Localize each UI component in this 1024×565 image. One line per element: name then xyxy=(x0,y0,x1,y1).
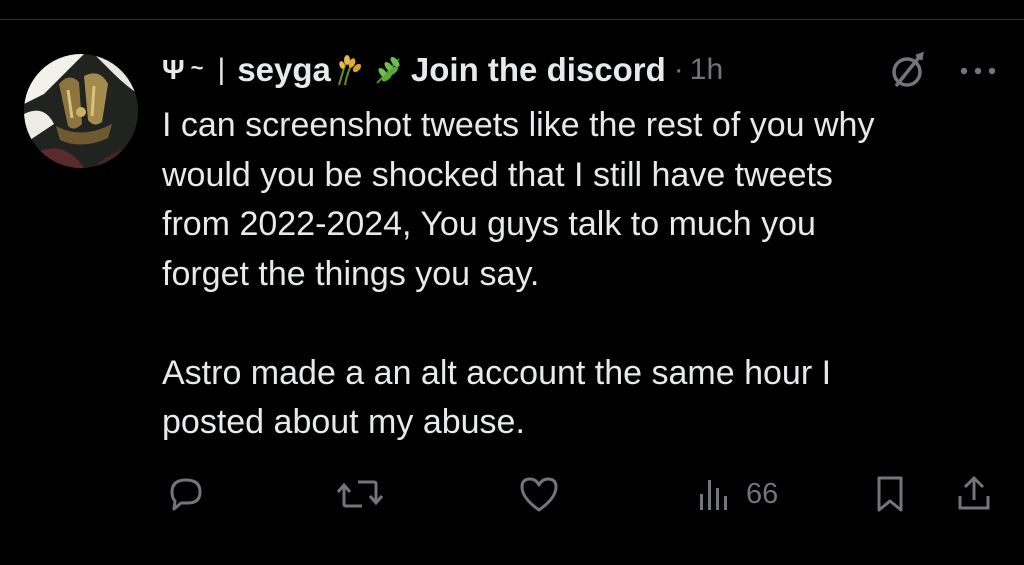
share-icon xyxy=(952,472,996,516)
post-actions: 66 xyxy=(0,466,1024,522)
rice-sheaf-icon xyxy=(331,53,365,87)
reply-button[interactable] xyxy=(164,466,208,522)
herb-icon xyxy=(371,53,405,87)
more-icon[interactable] xyxy=(956,56,1000,86)
grok-icon[interactable] xyxy=(886,50,928,92)
bookmark-button[interactable] xyxy=(870,466,910,522)
bio-text: Join the discord xyxy=(410,51,666,88)
share-button[interactable] xyxy=(952,466,996,522)
views-count: 66 xyxy=(746,477,779,510)
repost-icon xyxy=(334,472,386,516)
like-button[interactable] xyxy=(516,466,562,522)
repost-button[interactable] xyxy=(334,466,386,522)
bookmark-icon xyxy=(870,472,910,516)
display-name-group[interactable]: Ψ ~ | seyga Join the discord xyxy=(162,51,666,89)
name-separator: | xyxy=(217,53,226,86)
psi-glyph: Ψ xyxy=(162,54,185,85)
post-time[interactable]: 1h xyxy=(690,53,723,87)
top-divider xyxy=(0,19,1024,20)
views-icon xyxy=(694,472,734,516)
views-button[interactable]: 66 xyxy=(694,466,778,522)
reply-icon xyxy=(164,472,208,516)
like-icon xyxy=(516,472,562,516)
tilde-glyph: ~ xyxy=(190,55,204,80)
post-header: Ψ ~ | seyga Join the discord · 1h xyxy=(162,48,1012,92)
post-dot: · xyxy=(673,53,684,86)
post-body: I can screenshot tweets like the rest of… xyxy=(162,106,875,441)
avatar[interactable] xyxy=(24,54,138,168)
display-name: seyga xyxy=(237,51,331,88)
